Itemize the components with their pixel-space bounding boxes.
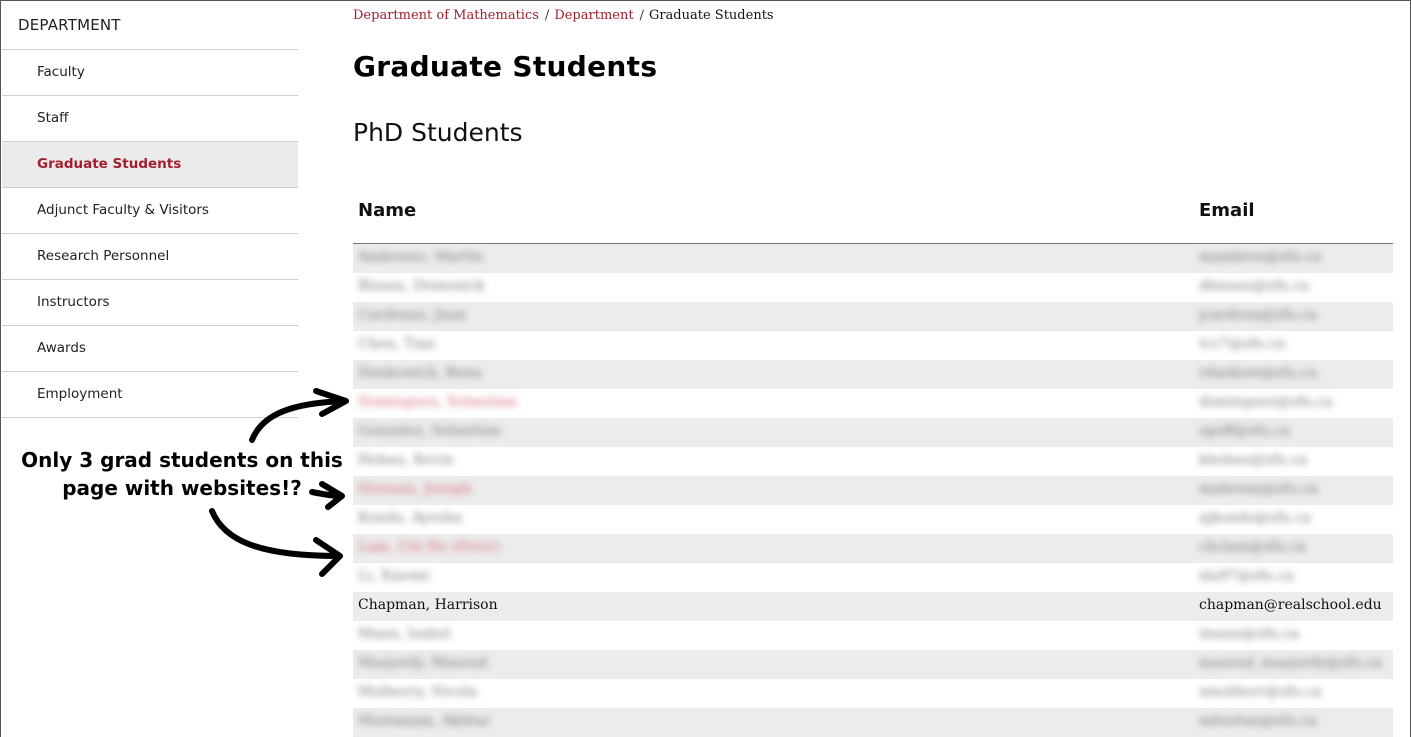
student-name[interactable]: Lam, Chi Ho (Peter) xyxy=(358,539,500,555)
table-row: Ambrosio, Martin mambros@sfu.ca xyxy=(353,244,1393,273)
column-header-name: Name xyxy=(358,200,417,221)
student-name: Cardenas, Juan xyxy=(358,307,467,323)
sidebar-item[interactable]: Adjunct Faculty & Visitors xyxy=(2,188,298,234)
table-row: Hrenaia, Joseph mahrena@sfu.ca xyxy=(353,476,1393,505)
page-title: Graduate Students xyxy=(353,50,658,83)
student-name: Chapman, Harrison xyxy=(358,597,498,613)
student-email[interactable]: imann@sfu.ca xyxy=(1199,626,1299,642)
student-name: Gonzalez, Sebastian xyxy=(358,423,502,439)
student-email[interactable]: sgoff@sfu.ca xyxy=(1199,423,1290,439)
sidebar-title: DEPARTMENT xyxy=(2,0,298,50)
column-header-email: Email xyxy=(1199,200,1255,221)
sidebar-item[interactable]: Awards xyxy=(2,326,298,372)
sidebar-item[interactable]: Research Personnel xyxy=(2,234,298,280)
student-name: Masjordy, Masoud xyxy=(358,655,488,671)
student-name: Kondo, Ayesha xyxy=(358,510,463,526)
student-email[interactable]: nmulberr@sfu.ca xyxy=(1199,684,1321,700)
table-row: Masjordy, Masoud masoud_masjordy@sfu.ca xyxy=(353,650,1393,679)
student-email[interactable]: ajkondo@sfu.ca xyxy=(1199,510,1311,526)
table-row: Li, Xiaomi xla97@sfu.ca xyxy=(353,563,1393,592)
students-table: Name Email Ambrosio, Martin mambros@sfu.c… xyxy=(353,190,1393,737)
student-name: Li, Xiaomi xyxy=(358,568,430,584)
table-body: Ambrosio, Martin mambros@sfu.ca Bissau, Do… xyxy=(353,244,1393,737)
student-email[interactable]: xla97@sfu.ca xyxy=(1199,568,1294,584)
breadcrumb-link-math[interactable]: Department of Mathematics xyxy=(353,8,539,23)
sidebar-item[interactable]: Faculty xyxy=(2,50,298,96)
breadcrumb-link-department[interactable]: Department xyxy=(554,8,633,23)
table-header: Name Email xyxy=(353,190,1393,244)
table-row: Dominguez, Sebastian dominguez@sfu.ca xyxy=(353,389,1393,418)
table-row: Kondo, Ayesha ajkondo@sfu.ca xyxy=(353,505,1393,534)
student-name: Mann, Isabel xyxy=(358,626,451,642)
student-email[interactable]: chclam@sfu.ca xyxy=(1199,539,1306,555)
student-email[interactable]: mambros@sfu.ca xyxy=(1199,249,1321,265)
sidebar-nav: DEPARTMENT Faculty Staff Graduate Students… xyxy=(2,0,298,418)
student-name: Mustanam, Akhtar xyxy=(358,713,491,729)
student-email[interactable]: rdankow@sfu.ca xyxy=(1199,365,1317,381)
sidebar-item[interactable]: Employment xyxy=(2,372,298,418)
table-row: Bissau, Domenick dbissau@sfu.ca xyxy=(353,273,1393,302)
breadcrumb-separator: / xyxy=(639,8,644,23)
student-email[interactable]: chapman@realschool.edu xyxy=(1199,597,1382,613)
student-email[interactable]: mahrena@sfu.ca xyxy=(1199,481,1318,497)
breadcrumb: Department of Mathematics / Department / Gra… xyxy=(353,8,774,23)
student-email[interactable]: dominguez@sfu.ca xyxy=(1199,394,1333,410)
arrow-lower-head xyxy=(313,537,343,577)
sidebar-item[interactable]: Staff xyxy=(2,96,298,142)
table-row: Chapman, Harrison chapman@realschool.edu xyxy=(353,592,1393,621)
student-name: Hebau, Kevin xyxy=(358,452,454,468)
table-row: Cardenas, Juan jcardena@sfu.ca xyxy=(353,302,1393,331)
student-email[interactable]: dbissau@sfu.ca xyxy=(1199,278,1309,294)
arrow-upper-head xyxy=(313,388,349,417)
sidebar-item[interactable]: Graduate Students xyxy=(2,142,298,188)
arrow-lower xyxy=(209,508,341,559)
breadcrumb-separator: / xyxy=(544,8,550,23)
sidebar-item[interactable]: Instructors xyxy=(2,280,298,326)
student-email[interactable]: khebau@sfu.ca xyxy=(1199,452,1307,468)
table-row: Mulberry, Nicola nmulberr@sfu.ca xyxy=(353,679,1393,708)
student-email[interactable]: jcardena@sfu.ca xyxy=(1199,307,1317,323)
table-row: Chen, Tian tcc7@sfu.ca xyxy=(353,331,1393,360)
table-row: Mann, Isabel imann@sfu.ca xyxy=(353,621,1393,650)
table-row: Hebau, Kevin khebau@sfu.ca xyxy=(353,447,1393,476)
student-name: Dankowich, Rena xyxy=(358,365,482,381)
student-name: Mulberry, Nicola xyxy=(358,684,478,700)
section-title: PhD Students xyxy=(353,118,523,147)
student-email[interactable]: masoud_masjordy@sfu.ca xyxy=(1199,655,1382,671)
student-name[interactable]: Dominguez, Sebastian xyxy=(358,394,517,410)
student-name: Ambrosio, Martin xyxy=(358,249,483,265)
student-email[interactable]: mhustan@sfu.ca xyxy=(1199,713,1317,729)
sidebar-items: Faculty Staff Graduate Students Adjunct Fac… xyxy=(2,50,298,418)
student-name[interactable]: Hrenaia, Joseph xyxy=(358,481,472,497)
breadcrumb-current: Graduate Students xyxy=(648,8,774,23)
table-row: Lam, Chi Ho (Peter) chclam@sfu.ca xyxy=(353,534,1393,563)
student-email[interactable]: tcc7@sfu.ca xyxy=(1199,336,1285,352)
table-row: Gonzalez, Sebastian sgoff@sfu.ca xyxy=(353,418,1393,447)
student-name: Bissau, Domenick xyxy=(358,278,485,294)
student-name: Chen, Tian xyxy=(358,336,436,352)
annotation-text: Only 3 grad students on this page with w… xyxy=(21,448,343,500)
table-row: Mustanam, Akhtar mhustan@sfu.ca xyxy=(353,708,1393,737)
table-row: Dankowich, Rena rdankow@sfu.ca xyxy=(353,360,1393,389)
